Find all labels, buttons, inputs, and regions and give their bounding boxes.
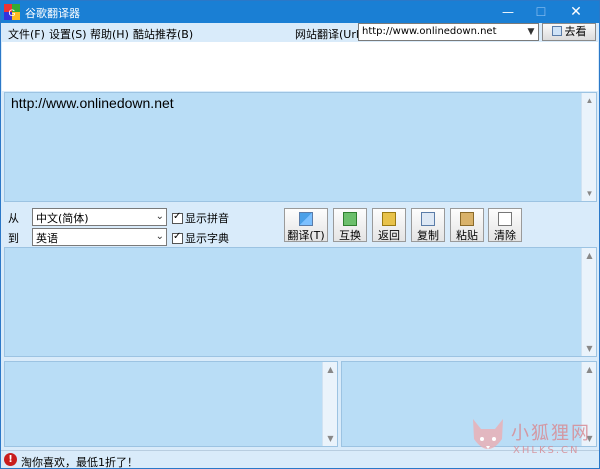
web-view <box>2 42 598 91</box>
copy-button-label: 复制 <box>417 229 439 242</box>
show-dictionary-checkbox[interactable]: 显示字典 <box>172 230 229 246</box>
app-logo-icon: G <box>4 4 20 20</box>
show-pinyin-label: 显示拼音 <box>185 212 229 225</box>
status-text[interactable]: 淘你喜欢，最低1折了！ <box>21 454 138 469</box>
url-value: http://www.onlinedown.net <box>362 26 497 37</box>
scroll-down-icon[interactable]: ▼ <box>323 431 338 446</box>
app-window: G 谷歌翻译器 — ☐ ✕ 文件(F) 设置(S) 帮助(H) 酷站推荐(B) … <box>0 0 600 469</box>
fox-logo-icon <box>473 419 503 449</box>
title-bar[interactable]: G 谷歌翻译器 — ☐ ✕ <box>1 1 599 23</box>
browser-icon <box>551 26 562 36</box>
clear-document-icon <box>498 212 512 226</box>
folder-back-icon <box>382 212 396 226</box>
pinyin-pane[interactable]: ▲ ▼ <box>4 361 338 447</box>
scroll-down-icon[interactable]: ▼ <box>582 186 597 201</box>
url-combobox[interactable]: http://www.onlinedown.net ▼ <box>358 23 539 41</box>
source-text-value: http://www.onlinedown.net <box>11 95 174 111</box>
watermark-title: 小狐狸网 <box>511 423 591 444</box>
clear-button-label: 清除 <box>494 229 516 242</box>
chevron-down-icon[interactable]: ⌄ <box>156 229 164 245</box>
go-button[interactable]: 去看 <box>542 23 596 41</box>
from-label: 从 <box>8 212 19 225</box>
go-button-label: 去看 <box>564 25 587 38</box>
watermark: 小狐狸网 XHLKS.CN <box>469 415 599 465</box>
checkbox-checked-icon[interactable] <box>172 231 183 244</box>
show-pinyin-checkbox[interactable]: 显示拼音 <box>172 210 229 226</box>
translate-icon <box>299 212 313 226</box>
menu-help[interactable]: 帮助(H) <box>90 26 129 42</box>
from-language-select[interactable]: 中文(简体) ⌄ <box>32 208 167 226</box>
translate-button-label: 翻译(T) <box>287 229 325 242</box>
svg-text:G: G <box>8 8 15 18</box>
source-scrollbar[interactable]: ▲ ▼ <box>581 93 596 201</box>
scroll-up-icon[interactable]: ▲ <box>582 248 597 263</box>
chevron-down-icon[interactable]: ▼ <box>524 24 538 40</box>
source-textarea[interactable]: http://www.onlinedown.net ▲ ▼ <box>4 92 597 202</box>
paste-icon <box>460 212 474 226</box>
copy-icon <box>421 212 435 226</box>
chevron-down-icon[interactable]: ⌄ <box>156 209 164 225</box>
paste-button-label: 粘贴 <box>456 229 478 242</box>
to-label: 到 <box>8 232 19 245</box>
warning-icon: ! <box>4 453 17 466</box>
scroll-up-icon[interactable]: ▲ <box>582 362 597 377</box>
back-button[interactable]: 返回 <box>372 208 406 242</box>
scroll-up-icon[interactable]: ▲ <box>323 362 338 377</box>
from-language-value: 中文(简体) <box>36 212 89 225</box>
swap-button-label: 互换 <box>339 229 361 242</box>
result-scrollbar[interactable]: ▲ ▼ <box>581 248 596 356</box>
url-translate-label: 网站翻译(Url) <box>295 28 364 41</box>
swap-icon <box>343 212 357 226</box>
to-language-value: 英语 <box>36 232 58 245</box>
translation-result-textarea[interactable]: ▲ ▼ <box>4 247 597 357</box>
back-button-label: 返回 <box>378 229 400 242</box>
scroll-up-icon[interactable]: ▲ <box>582 93 597 108</box>
close-button[interactable]: ✕ <box>561 1 591 23</box>
window-title: 谷歌翻译器 <box>25 7 80 20</box>
maximize-button[interactable]: ☐ <box>526 1 556 23</box>
clear-button[interactable]: 清除 <box>488 208 522 242</box>
minimize-button[interactable]: — <box>493 1 523 23</box>
pinyin-scrollbar[interactable]: ▲ ▼ <box>322 362 337 446</box>
show-dictionary-label: 显示字典 <box>185 232 229 245</box>
menu-file[interactable]: 文件(F) <box>8 26 45 42</box>
swap-button[interactable]: 互换 <box>333 208 367 242</box>
copy-button[interactable]: 复制 <box>411 208 445 242</box>
translate-button[interactable]: 翻译(T) <box>284 208 328 242</box>
menu-recommended-sites[interactable]: 酷站推荐(B) <box>133 26 193 42</box>
scroll-down-icon[interactable]: ▼ <box>582 341 597 356</box>
paste-button[interactable]: 粘贴 <box>450 208 484 242</box>
checkbox-checked-icon[interactable] <box>172 211 183 224</box>
menu-settings[interactable]: 设置(S) <box>49 26 87 42</box>
watermark-subtitle: XHLKS.CN <box>513 445 580 456</box>
to-language-select[interactable]: 英语 ⌄ <box>32 228 167 246</box>
